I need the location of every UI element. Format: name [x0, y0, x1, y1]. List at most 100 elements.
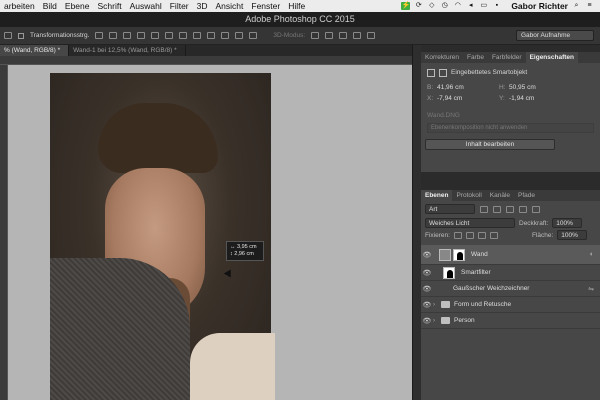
distribute-hcenter-icon[interactable] [235, 32, 244, 39]
history-icon[interactable]: ◷ [440, 2, 449, 10]
folder-icon [441, 317, 450, 324]
distribute-left-icon[interactable] [221, 32, 230, 39]
expand-arrow-icon[interactable]: › [433, 318, 441, 324]
eye-icon[interactable]: 👁 [421, 317, 433, 325]
wifi-icon[interactable]: ◠ [453, 2, 462, 10]
menu-auswahl[interactable]: Auswahl [126, 1, 166, 11]
align-vcenter-icon[interactable] [109, 32, 118, 39]
3d-rotate-icon[interactable] [311, 32, 320, 39]
layer-group-form-retusche[interactable]: 👁 › Form und Retusche [421, 297, 600, 313]
menu-filter[interactable]: Filter [166, 1, 193, 11]
align-bottom-icon[interactable] [123, 32, 132, 39]
lock-all-icon[interactable] [489, 231, 498, 239]
smart-object-thumbnail[interactable] [439, 248, 451, 261]
align-left-icon[interactable] [137, 32, 146, 39]
layer-name[interactable]: Form und Retusche [454, 301, 511, 308]
tab-pfade[interactable]: Pfade [514, 190, 539, 201]
portrait-photo[interactable] [50, 73, 275, 400]
tab-document-1[interactable]: % (Wand, RGB/8) * [0, 45, 70, 56]
fill-field[interactable]: 100% [557, 230, 588, 240]
layer-name[interactable]: Person [454, 317, 475, 324]
layer-name[interactable]: Smartfilter [461, 269, 491, 276]
x-field[interactable]: -7,94 cm [437, 95, 499, 102]
lock-transparent-icon[interactable] [453, 231, 462, 239]
workspace-select[interactable]: Gabor Aufnahme [516, 30, 594, 41]
eye-icon[interactable]: 👁 [421, 269, 433, 277]
app-status-icon[interactable]: ⚡ [401, 2, 411, 10]
ruler-horizontal [0, 56, 412, 65]
move-tool-icon[interactable] [4, 32, 12, 39]
y-field[interactable]: -1,94 cm [509, 95, 571, 102]
menu-ansicht[interactable]: Ansicht [212, 1, 248, 11]
layer-name[interactable]: Gaußscher Weichzeichner [453, 285, 529, 292]
window-title: Adobe Photoshop CC 2015 [245, 14, 355, 24]
flag-icon[interactable]: ▪ [492, 2, 501, 10]
menu-3d[interactable]: 3D [193, 1, 212, 11]
filter-pixel-icon[interactable] [480, 205, 488, 213]
sync-icon[interactable]: ⟳ [414, 2, 423, 10]
filter-adjustment-icon[interactable] [493, 205, 501, 213]
canvas-area[interactable]: ↔ 3,95 cm ↕ 2,96 cm [8, 65, 412, 400]
layer-name[interactable]: Wand [471, 251, 488, 258]
search-icon[interactable]: ⌕ [572, 2, 581, 10]
layer-gaussian-blur[interactable]: 👁 Gaußscher Weichzeichner ⇋ [421, 281, 600, 297]
filter-kind-select[interactable]: Art [425, 204, 475, 214]
pixel-icon[interactable] [427, 68, 435, 77]
opacity-field[interactable]: 100% [552, 218, 583, 228]
3d-roll-icon[interactable] [325, 32, 334, 39]
tab-eigenschaften[interactable]: Eigenschaften [525, 52, 579, 63]
3d-drag-icon[interactable] [339, 32, 348, 39]
layer-wand[interactable]: 👁 Wand ◐ [421, 245, 600, 265]
tab-ebenen[interactable]: Ebenen [421, 190, 453, 201]
align-hcenter-icon[interactable] [151, 32, 160, 39]
position-row: X: -7,94 cm Y: -1,94 cm [421, 93, 600, 104]
menu-hilfe[interactable]: Hilfe [284, 1, 309, 11]
transform-controls-checkbox[interactable] [18, 32, 24, 39]
3d-slide-icon[interactable] [353, 32, 362, 39]
lock-position-icon[interactable] [477, 231, 486, 239]
edit-contents-button[interactable]: Inhalt bearbeiten [425, 139, 555, 150]
lock-image-icon[interactable] [465, 231, 474, 239]
filter-smartobject-icon[interactable] [532, 205, 540, 213]
menu-ebene[interactable]: Ebene [61, 1, 94, 11]
user-name[interactable]: Gabor Richter [511, 1, 568, 11]
width-field[interactable]: 41,96 cm [437, 84, 499, 91]
layer-group-person[interactable]: 👁 › Person [421, 313, 600, 329]
tab-protokoll[interactable]: Protokoll [452, 190, 485, 201]
filter-shape-icon[interactable] [519, 205, 527, 213]
blending-options-icon[interactable]: ⇋ [588, 285, 594, 293]
distribute-top-icon[interactable] [179, 32, 188, 39]
filter-mask-thumbnail[interactable] [443, 266, 455, 279]
height-field[interactable]: 50,95 cm [509, 84, 571, 91]
filter-type-icon[interactable] [506, 205, 514, 213]
tab-kanaele[interactable]: Kanäle [486, 190, 514, 201]
3d-scale-icon[interactable] [367, 32, 376, 39]
smart-object-badge-icon: ◐ [589, 251, 594, 258]
eye-icon[interactable]: 👁 [421, 301, 433, 309]
tab-korrekturen[interactable]: Korrekturen [421, 52, 463, 63]
blend-mode-select[interactable]: Weiches Licht [425, 218, 515, 228]
menu-bild[interactable]: Bild [39, 1, 61, 11]
tab-farbfelder[interactable]: Farbfelder [488, 52, 526, 63]
battery-icon[interactable]: ▭ [479, 2, 488, 10]
align-top-icon[interactable] [95, 32, 104, 39]
menu-arbeiten[interactable]: arbeiten [0, 1, 39, 11]
eye-icon[interactable]: 👁 [421, 251, 433, 259]
expand-arrow-icon[interactable]: › [433, 302, 441, 308]
distribute-right-icon[interactable] [249, 32, 258, 39]
layer-mask-thumbnail[interactable] [453, 248, 465, 261]
volume-icon[interactable]: ◂ [466, 2, 475, 10]
distribute-bottom-icon[interactable] [207, 32, 216, 39]
layer-smartfilter[interactable]: 👁 Smartfilter [421, 265, 600, 281]
menu-schrift[interactable]: Schrift [94, 1, 126, 11]
tab-farbe[interactable]: Farbe [463, 52, 488, 63]
size-row: B: 41,96 cm H: 50,95 cm [421, 82, 600, 93]
tab-document-2[interactable]: Wand-1 bei 12,5% (Wand, RGB/8) * [69, 45, 186, 56]
dropbox-icon[interactable]: ◇ [427, 2, 436, 10]
menu-fenster[interactable]: Fenster [247, 1, 284, 11]
align-right-icon[interactable] [165, 32, 174, 39]
photo-hair [98, 103, 218, 173]
eye-icon[interactable]: 👁 [421, 285, 433, 293]
distribute-vcenter-icon[interactable] [193, 32, 202, 39]
notifications-icon[interactable]: ≡ [585, 2, 594, 10]
